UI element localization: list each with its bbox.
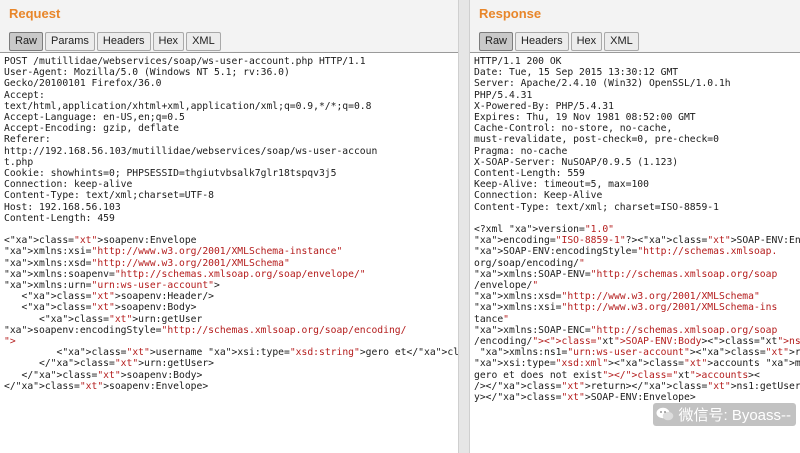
request-raw-text[interactable]: POST /mutillidae/webservices/soap/ws-use…	[0, 53, 458, 392]
response-tab-headers[interactable]: Headers	[515, 32, 569, 51]
req-line: text/html,application/xhtml+xml,applicat…	[4, 100, 372, 112]
req-line: <"xa">class="xt">urn:getUser	[4, 313, 203, 325]
res-line: "xa">xmlns:SOAP-ENC="http://schemas.xmls…	[474, 324, 778, 336]
req-line: "xa">xmlns:soapenv="http://schemas.xmlso…	[4, 268, 366, 280]
req-line: </"xa">class="xt">soapenv:Envelope>	[4, 380, 209, 392]
response-tabs: Raw Headers Hex XML	[479, 32, 639, 51]
res-line: Content-Length: 559	[474, 168, 585, 180]
res-line: PHP/5.4.31	[474, 89, 533, 101]
res-line: HTTP/1.1 200 OK	[474, 56, 562, 67]
watermark-text: 微信号: Byoass--	[678, 407, 791, 424]
req-line: <"xa">class="xt">username "xa">xsi:type=…	[4, 347, 458, 359]
res-line: X-Powered-By: PHP/5.4.31	[474, 100, 614, 112]
res-line: /encoding/"><">class="xt">SOAP-ENV:Body>…	[474, 336, 800, 348]
res-line: Expires: Thu, 19 Nov 1981 08:52:00 GMT	[474, 112, 696, 124]
res-line: must-revalidate, post-check=0, pre-check…	[474, 134, 719, 146]
res-line: "xa">SOAP-ENV:encodingStyle="http://sche…	[474, 246, 778, 258]
req-line: Host: 192.168.56.103	[4, 201, 121, 213]
response-tab-xml[interactable]: XML	[604, 32, 639, 51]
req-line: </"xa">class="xt">urn:getUser>	[4, 358, 215, 370]
res-line: org/soap/encoding/"	[474, 257, 585, 269]
res-line: Date: Tue, 15 Sep 2015 13:30:12 GMT	[474, 67, 679, 79]
req-line: Accept:	[4, 89, 45, 101]
req-line: http://192.168.56.103/mutillidae/webserv…	[4, 145, 378, 157]
request-tab-xml[interactable]: XML	[186, 32, 221, 51]
req-line: POST /mutillidae/webservices/soap/ws-use…	[4, 56, 366, 67]
res-line: Pragma: no-cache	[474, 145, 568, 157]
request-tab-headers[interactable]: Headers	[96, 32, 151, 51]
res-line: Server: Apache/2.4.10 (Win32) OpenSSL/1.…	[474, 78, 731, 90]
res-line: "xa">xsi:type="xsd:xml"><"xa">class="xt"…	[474, 358, 800, 370]
request-body[interactable]: POST /mutillidae/webservices/soap/ws-use…	[0, 52, 458, 453]
req-line: <"xa">class="xt">soapenv:Envelope	[4, 235, 197, 247]
response-body[interactable]: HTTP/1.1 200 OK Date: Tue, 15 Sep 2015 13…	[470, 52, 800, 453]
res-line: "xa">xmlns:xsd="http://www.w3.org/2001/X…	[474, 291, 760, 303]
res-line	[474, 213, 800, 224]
req-line: Accept-Encoding: gzip, deflate	[4, 123, 179, 135]
req-line: Accept-Language: en-US,en;q=0.5	[4, 112, 185, 124]
res-line: "xa">xmlns:xsi="http://www.w3.org/2001/X…	[474, 302, 778, 314]
req-line: <"xa">class="xt">soapenv:Header/>	[4, 291, 215, 303]
res-line: y></"xa">class="xt">SOAP-ENV:Envelope>	[474, 392, 696, 404]
res-line: "xa">xmlns:ns1="urn:ws-user-account"><"x…	[479, 347, 800, 359]
request-title: Request	[9, 6, 61, 21]
req-line: User-Agent: Mozilla/5.0 (Windows NT 5.1;…	[4, 67, 290, 79]
req-line	[4, 224, 458, 235]
response-title: Response	[479, 6, 542, 21]
res-line: <?xml "xa">version="1.0"	[474, 224, 615, 236]
req-line: t.php	[4, 156, 34, 168]
req-line: </"xa">class="xt">soapenv:Body>	[4, 369, 203, 381]
request-tabs: Raw Params Headers Hex XML	[9, 32, 221, 51]
request-pane: Request Raw Params Headers Hex XML POST …	[0, 0, 458, 453]
res-line: Content-Type: text/xml; charset=ISO-8859…	[474, 201, 719, 213]
response-tab-hex[interactable]: Hex	[570, 32, 603, 51]
req-line: Connection: keep-alive	[4, 179, 133, 191]
req-line: <"xa">class="xt">soapenv:Body>	[4, 302, 197, 314]
response-raw-text[interactable]: HTTP/1.1 200 OK Date: Tue, 15 Sep 2015 13…	[470, 53, 800, 403]
req-line: Content-Type: text/xml;charset=UTF-8	[4, 190, 214, 202]
request-tab-hex[interactable]: Hex	[152, 32, 185, 51]
req-line: Content-Length: 459	[4, 212, 115, 224]
res-line: /envelope/"	[474, 280, 539, 292]
req-line: "xa">xmlns:xsi="http://www.w3.org/2001/X…	[4, 246, 343, 258]
request-tab-raw[interactable]: Raw	[9, 32, 44, 51]
res-line: "xa">xmlns:SOAP-ENV="http://schemas.xmls…	[474, 268, 778, 280]
pane-splitter[interactable]	[458, 0, 470, 453]
res-line: Cache-Control: no-store, no-cache,	[474, 123, 673, 135]
res-line: tance"	[474, 313, 510, 325]
res-line: gero et does not exist"></">class="xt">a…	[474, 369, 760, 381]
request-tab-params[interactable]: Params	[45, 32, 95, 51]
response-tab-raw[interactable]: Raw	[479, 32, 514, 51]
watermark: 微信号: Byoass--	[653, 403, 796, 426]
req-line: Cookie: showhints=0; PHPSESSID=thgiutvbs…	[4, 168, 337, 180]
req-line: ">	[4, 336, 16, 348]
req-line: "xa">soapenv:encodingStyle="http://schem…	[4, 324, 407, 336]
req-line: Gecko/20100101 Firefox/36.0	[4, 78, 162, 90]
res-line: X-SOAP-Server: NuSOAP/0.9.5 (1.123)	[474, 156, 679, 168]
res-line: /></"xa">class="xt">return></"xa">class=…	[474, 380, 800, 392]
wechat-icon	[656, 407, 674, 421]
req-line: "xa">xmlns:xsd="http://www.w3.org/2001/X…	[4, 257, 290, 269]
res-line: "xa">encoding="ISO-8859-1"?><"xa">class=…	[474, 235, 800, 247]
req-line: Referer:	[4, 134, 51, 146]
response-pane: Response Raw Headers Hex XML HTTP/1.1 20…	[470, 0, 800, 453]
req-line: "xa">xmlns:urn="urn:ws-user-account">	[4, 280, 220, 292]
res-line: Connection: Keep-Alive	[474, 190, 603, 202]
res-line: Keep-Alive: timeout=5, max=100	[474, 179, 649, 191]
